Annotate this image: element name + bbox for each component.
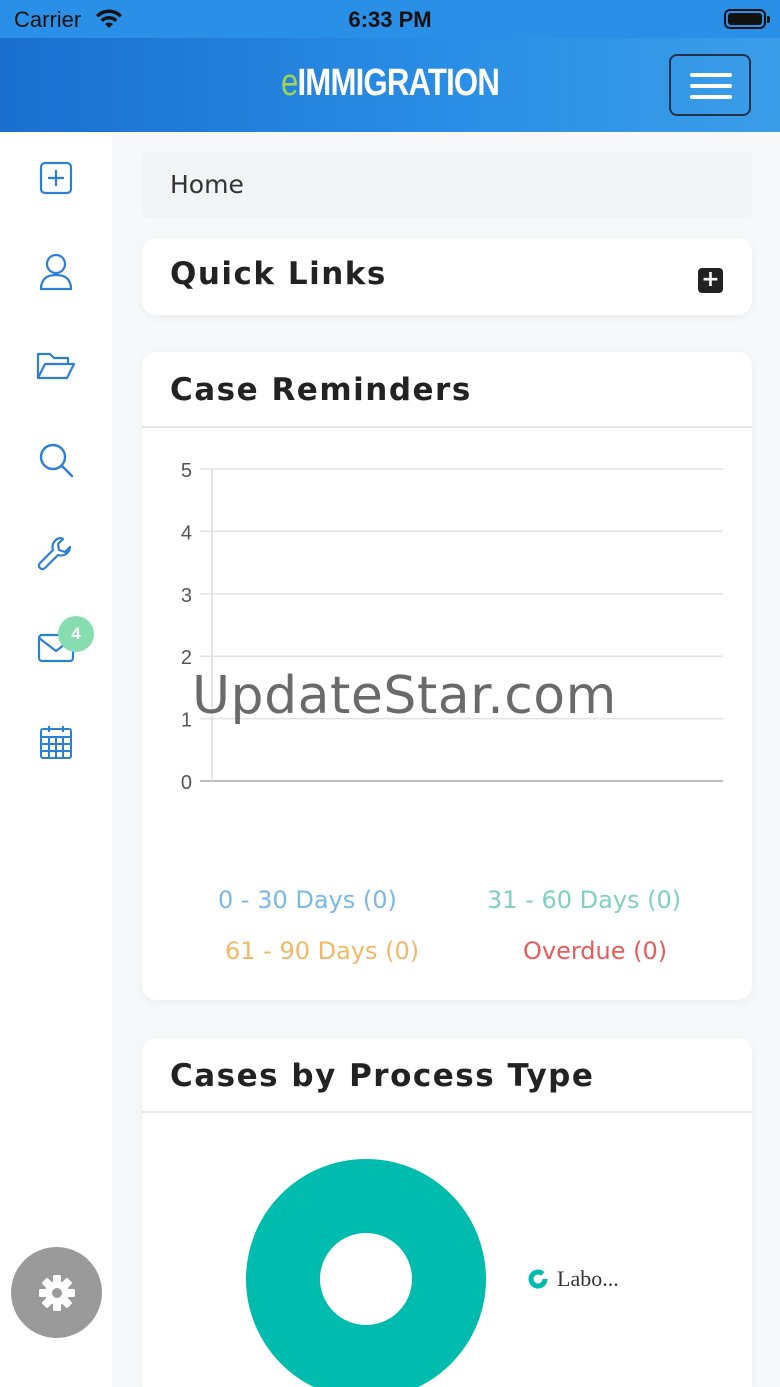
y-tick-label: 4 <box>181 522 192 544</box>
donut-slice-labor <box>246 1159 486 1387</box>
battery-icon <box>724 9 770 29</box>
user-icon <box>39 253 73 291</box>
quick-links-title: Quick Links <box>170 256 387 292</box>
legend-swatch-icon <box>528 1269 548 1289</box>
gear-icon <box>38 1274 75 1311</box>
case-reminders-header: Case Reminders <box>142 352 752 428</box>
sidebar-item-calendar[interactable] <box>28 714 84 770</box>
sidebar-item-cases[interactable] <box>28 338 84 394</box>
breadcrumb-home[interactable]: Home <box>170 170 244 199</box>
app-logo: eIMMIGRATION <box>280 62 500 104</box>
clock: 6:33 PM <box>348 7 432 32</box>
y-tick-label: 1 <box>181 710 192 732</box>
folder-open-icon <box>36 352 76 380</box>
legend-61-90-days[interactable]: 61 - 90 Days (0) <box>225 937 419 965</box>
watermark-text: UpdateStar.com <box>192 666 617 726</box>
expand-quick-links-button[interactable]: + <box>698 268 723 293</box>
status-bar: Carrier 6:33 PM <box>0 0 780 40</box>
menu-toggle-button[interactable] <box>669 54 751 116</box>
cases-by-process-header: Cases by Process Type <box>142 1038 752 1113</box>
calendar-icon <box>40 726 72 759</box>
case-reminders-chart: 0 1 2 3 4 5 <box>181 460 723 794</box>
y-tick-label: 0 <box>181 772 192 794</box>
messages-count-badge: 4 <box>58 616 94 652</box>
wrench-icon <box>37 536 72 571</box>
process-type-donut-chart <box>246 1159 486 1387</box>
y-tick-label: 2 <box>181 647 192 669</box>
settings-button[interactable] <box>11 1247 102 1338</box>
cases-by-process-card: Cases by Process Type Labo... <box>142 1038 752 1387</box>
plus-square-icon <box>39 161 73 195</box>
case-reminders-title: Case Reminders <box>170 372 472 408</box>
legend-0-30-days[interactable]: 0 - 30 Days (0) <box>218 886 397 914</box>
quick-links-card: Quick Links + <box>142 238 752 315</box>
legend-31-60-days[interactable]: 31 - 60 Days (0) <box>487 886 681 914</box>
y-tick-label: 3 <box>181 585 192 607</box>
y-tick-label: 5 <box>181 460 192 482</box>
legend-overdue[interactable]: Overdue (0) <box>523 937 667 965</box>
top-navbar: eIMMIGRATION <box>0 38 780 132</box>
search-icon <box>39 443 74 478</box>
sidebar-item-search[interactable] <box>28 432 84 488</box>
sidebar-item-tools[interactable] <box>28 526 84 582</box>
cases-by-process-title: Cases by Process Type <box>170 1058 595 1094</box>
process-legend-item[interactable]: Labo... <box>528 1266 619 1292</box>
sidebar-item-add[interactable] <box>28 150 84 206</box>
sidebar-item-profile[interactable] <box>28 244 84 300</box>
sidebar <box>0 132 112 1387</box>
process-legend-label: Labo... <box>557 1266 619 1291</box>
breadcrumb: Home <box>142 152 752 218</box>
